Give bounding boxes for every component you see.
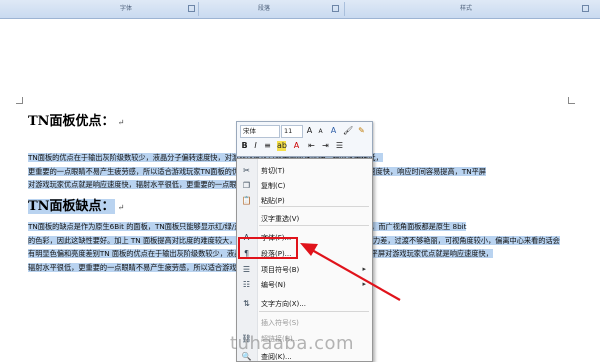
pointer-arrow — [300, 243, 401, 301]
watermark: tuhaaba.com — [230, 333, 355, 354]
